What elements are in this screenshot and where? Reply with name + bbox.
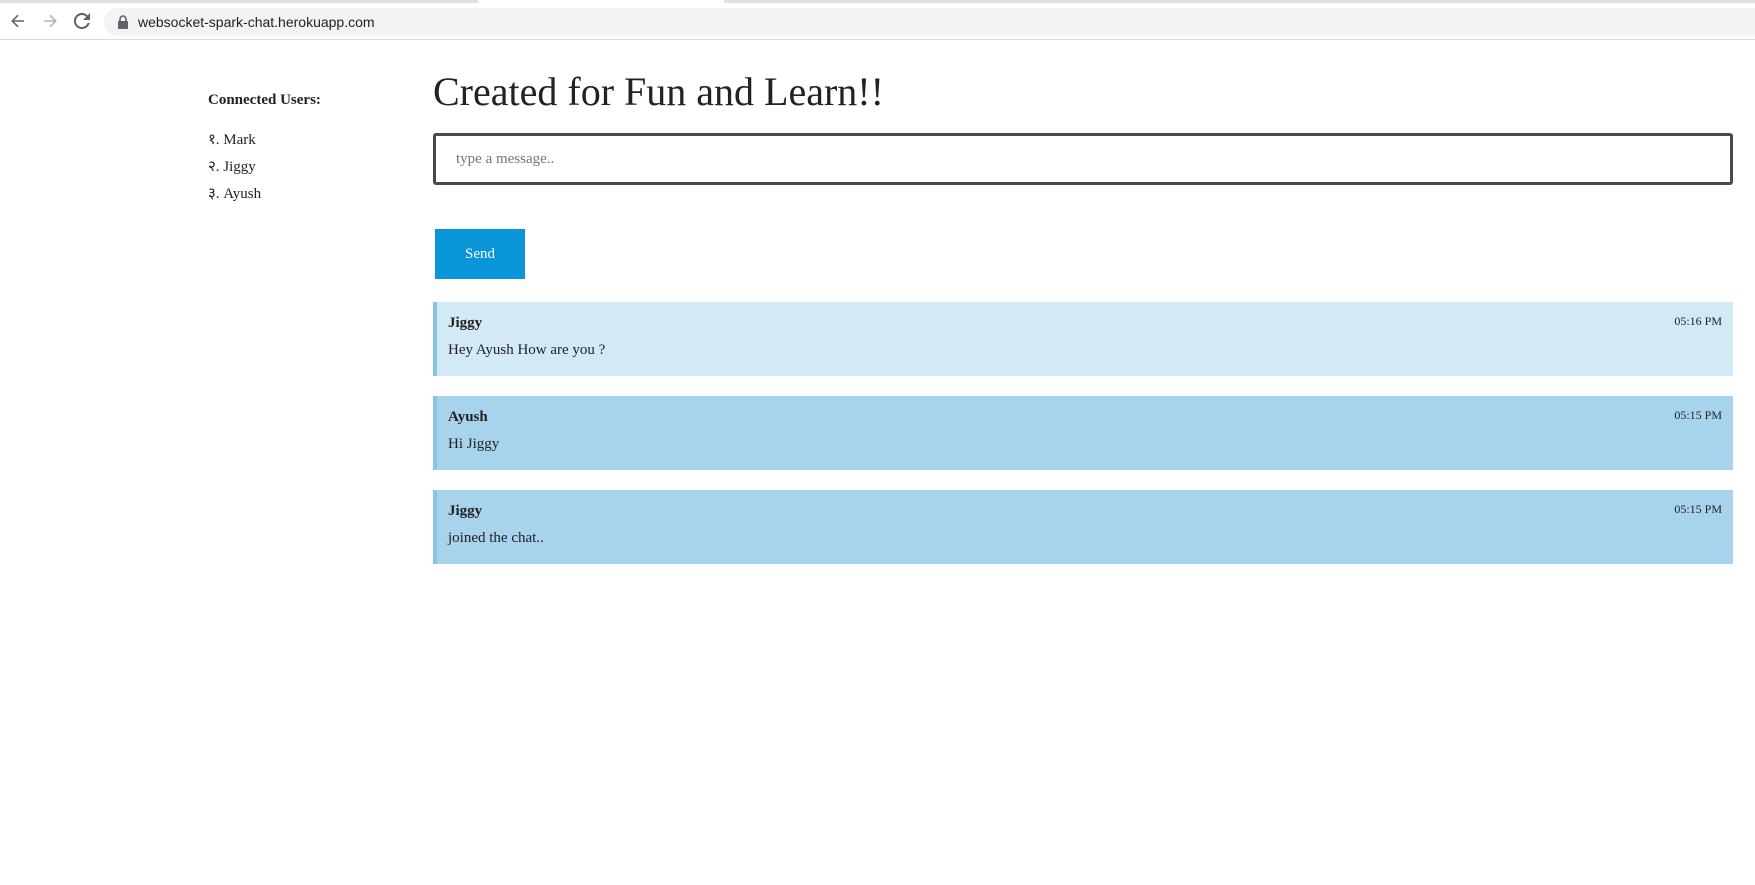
reload-button[interactable]: [70, 9, 94, 33]
back-button[interactable]: [6, 9, 30, 33]
connected-users-panel: Connected Users: १. Mark २. Jiggy ३. Ayu…: [208, 91, 408, 208]
connected-users-title: Connected Users:: [208, 92, 321, 108]
page: Connected Users: १. Mark २. Jiggy ३. Ayu…: [0, 41, 1755, 885]
message-text: joined the chat..: [448, 530, 544, 546]
arrow-left-icon: [11, 14, 24, 28]
url-text: websocket-spark-chat.herokuapp.com: [138, 14, 375, 30]
reload-icon: [74, 13, 90, 29]
message-author: Jiggy: [448, 315, 483, 331]
lock-icon: [118, 15, 128, 29]
chat-message: Jiggy Hey Ayush How are you ? 05:16 PM: [433, 302, 1733, 376]
forward-button[interactable]: [38, 9, 62, 33]
message-text: Hey Ayush How are you ?: [448, 342, 606, 358]
browser-toolbar: websocket-spark-chat.herokuapp.com: [0, 3, 1755, 40]
chat-message: Ayush Hi Jiggy 05:15 PM: [433, 396, 1733, 470]
message-time: 05:15 PM: [1674, 408, 1722, 422]
user-item-mark: १. Mark: [208, 132, 256, 148]
message-time: 05:16 PM: [1674, 314, 1722, 328]
user-item-jiggy: २. Jiggy: [208, 159, 256, 175]
user-list: १. Mark २. Jiggy ३. Ayush: [208, 127, 408, 208]
message-list: Jiggy Hey Ayush How are you ? 05:16 PM A…: [433, 302, 1733, 584]
message-text: Hi Jiggy: [448, 436, 500, 452]
message-time: 05:15 PM: [1674, 502, 1722, 516]
message-author: Ayush: [448, 409, 488, 425]
address-bar[interactable]: websocket-spark-chat.herokuapp.com: [104, 8, 1755, 36]
message-input[interactable]: [433, 133, 1733, 185]
chat-main: Created for Fun and Learn!! Send Jiggy H…: [433, 69, 1733, 564]
message-author: Jiggy: [448, 503, 483, 519]
page-title: Created for Fun and Learn!!: [433, 69, 884, 114]
send-button[interactable]: Send: [435, 229, 525, 279]
arrow-right-icon: [44, 14, 57, 28]
user-item-ayush: ३. Ayush: [208, 186, 262, 202]
chat-message: Jiggy joined the chat.. 05:15 PM: [433, 490, 1733, 564]
